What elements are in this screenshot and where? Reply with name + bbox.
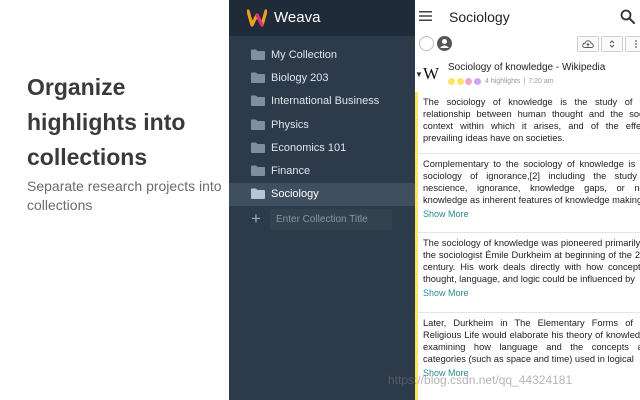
app-name: Weava bbox=[274, 9, 321, 26]
panel-title: Sociology bbox=[449, 9, 510, 25]
collection-list: My Collection Biology 203 International … bbox=[229, 44, 415, 207]
show-more-link[interactable]: Show More bbox=[423, 209, 640, 219]
cloud-upload-icon bbox=[582, 40, 594, 48]
folder-icon bbox=[251, 188, 265, 200]
source-entry[interactable]: ▼ W Sociology of knowledge - Wikipedia 4… bbox=[415, 56, 640, 90]
collection-label: Finance bbox=[271, 164, 311, 177]
avatar[interactable] bbox=[437, 36, 452, 51]
highlights-count: 4 highlights bbox=[485, 77, 521, 85]
collection-item-my-collection[interactable]: My Collection bbox=[229, 44, 415, 67]
panel-toolbar bbox=[415, 35, 640, 55]
color-dot bbox=[448, 77, 455, 85]
collections-sidebar: Weava My Collection Biology 203 Internat… bbox=[229, 0, 415, 400]
search-icon[interactable] bbox=[620, 9, 635, 24]
highlight-text: Later, Durkheim in The Elementary Forms … bbox=[423, 318, 640, 364]
highlight-card[interactable]: The sociology of knowledge is the study … bbox=[415, 92, 640, 154]
show-more-link[interactable]: Show More bbox=[423, 288, 640, 298]
toolbar-buttons bbox=[577, 36, 640, 52]
folder-icon bbox=[251, 95, 265, 107]
color-dot bbox=[456, 77, 464, 85]
more-options-button[interactable] bbox=[625, 36, 640, 52]
wikipedia-logo-icon: W bbox=[423, 64, 440, 83]
brand-bar: Weava bbox=[229, 0, 415, 36]
source-meta: 4 highlights | 7:20 am bbox=[448, 76, 554, 86]
promo-panel: Organize highlights into collections Sep… bbox=[0, 0, 229, 400]
collapse-caret-icon[interactable]: ▼ bbox=[415, 70, 423, 79]
collection-label: Economics 101 bbox=[271, 141, 347, 154]
source-time: 7:20 am bbox=[528, 77, 554, 85]
weava-logo-icon bbox=[247, 9, 267, 27]
collection-item-sociology[interactable]: Sociology bbox=[229, 183, 415, 207]
promo-subtitle: Separate research projects into collecti… bbox=[27, 178, 222, 213]
highlight-card[interactable]: Complementary to the sociology of knowle… bbox=[415, 154, 640, 233]
meta-separator: | bbox=[523, 77, 526, 85]
collection-item-physics[interactable]: Physics bbox=[229, 114, 415, 137]
hamburger-menu-icon[interactable] bbox=[419, 10, 432, 22]
collection-item-biology-203[interactable]: Biology 203 bbox=[229, 67, 415, 90]
collection-item-economics-101[interactable]: Economics 101 bbox=[229, 137, 415, 160]
plus-icon[interactable]: + bbox=[251, 210, 261, 228]
add-collection-row: + bbox=[229, 208, 415, 232]
collection-item-finance[interactable]: Finance bbox=[229, 160, 415, 183]
expand-collapse-button[interactable] bbox=[601, 36, 623, 52]
more-vertical-icon bbox=[635, 40, 637, 48]
chevron-up-down-icon bbox=[609, 40, 615, 48]
color-dot bbox=[473, 77, 481, 85]
collection-label: International Business bbox=[271, 95, 380, 108]
collection-label: My Collection bbox=[271, 49, 338, 61]
folder-icon bbox=[251, 142, 265, 153]
highlight-text: The sociology of knowledge was pioneered… bbox=[423, 238, 640, 284]
panel-header: Sociology bbox=[415, 0, 640, 35]
promo-title: Organize highlights into collections bbox=[27, 74, 186, 170]
user-icon bbox=[440, 39, 449, 48]
collection-label: Biology 203 bbox=[271, 72, 329, 85]
highlights-panel: Sociology ▼ W Sociology of knowledge - W… bbox=[415, 0, 640, 400]
color-dot bbox=[465, 77, 472, 85]
highlight-text: The sociology of knowledge is the study … bbox=[423, 97, 640, 143]
collection-title-input[interactable] bbox=[270, 209, 392, 230]
highlight-card[interactable]: The sociology of knowledge was pioneered… bbox=[415, 233, 640, 313]
folder-icon bbox=[251, 72, 265, 84]
source-title[interactable]: Sociology of knowledge - Wikipedia bbox=[448, 62, 605, 73]
highlight-text: Complementary to the sociology of knowle… bbox=[423, 159, 640, 205]
folder-icon bbox=[251, 49, 265, 60]
watermark: https://blog.csdn.net/qq_44324181 bbox=[388, 373, 573, 387]
highlight-list: The sociology of knowledge is the study … bbox=[415, 92, 640, 400]
folder-icon bbox=[251, 119, 265, 130]
collection-item-international-business[interactable]: International Business bbox=[229, 90, 415, 113]
folder-icon bbox=[251, 165, 265, 176]
collection-label: Sociology bbox=[271, 188, 319, 201]
collection-label: Physics bbox=[271, 118, 309, 131]
cloud-upload-button[interactable] bbox=[577, 36, 599, 52]
avatar[interactable] bbox=[419, 36, 434, 51]
